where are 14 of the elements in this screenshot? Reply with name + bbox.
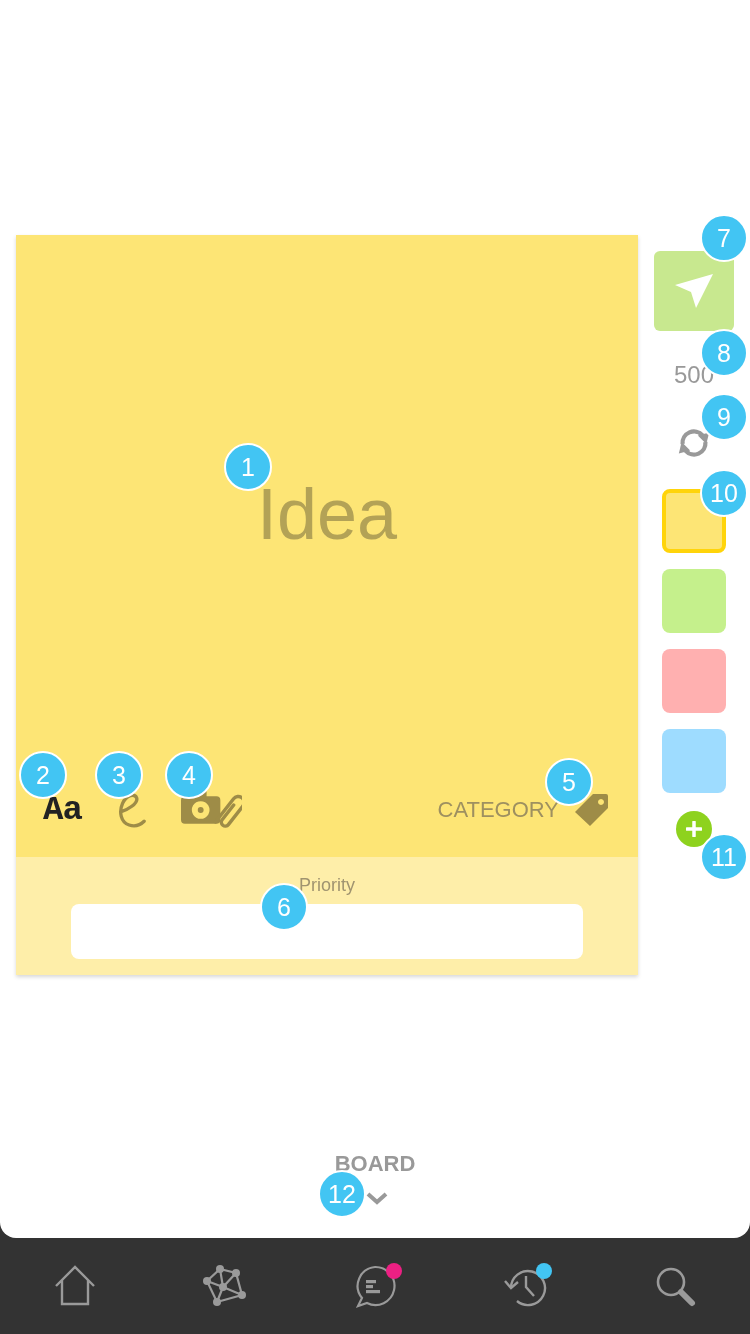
chevron-down-icon — [366, 1191, 388, 1205]
network-icon[interactable] — [203, 1264, 247, 1308]
tag-icon — [573, 793, 609, 827]
chat-icon[interactable] — [353, 1264, 397, 1308]
color-swatch[interactable] — [662, 729, 726, 793]
home-icon[interactable] — [53, 1264, 97, 1308]
send-button[interactable] — [654, 251, 734, 331]
font-button[interactable]: Aa — [43, 796, 82, 824]
priority-label: Priority — [299, 875, 355, 895]
plus-icon — [686, 821, 702, 837]
paper-plane-icon — [674, 273, 714, 309]
add-color-button[interactable] — [676, 811, 712, 847]
color-swatch[interactable] — [662, 569, 726, 633]
color-swatch[interactable] — [662, 649, 726, 713]
